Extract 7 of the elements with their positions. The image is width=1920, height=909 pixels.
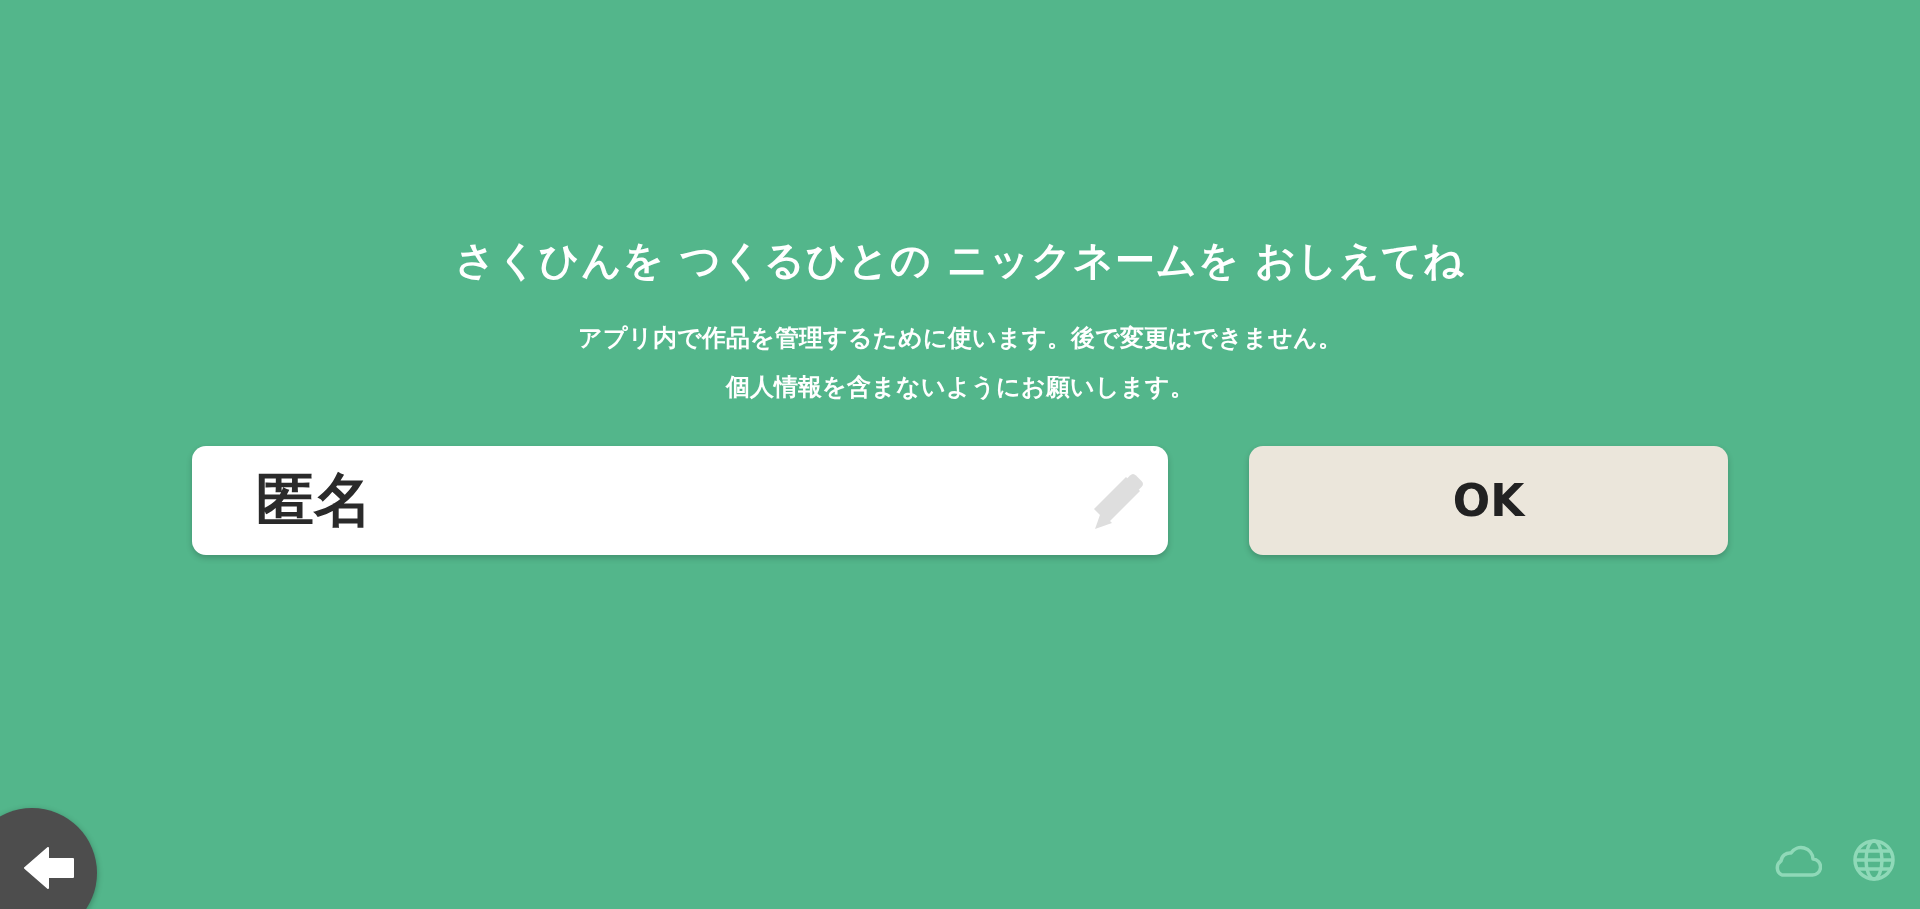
globe-icon[interactable] — [1852, 838, 1896, 882]
description-text: アプリ内で作品を管理するために使います。後で変更はできません。 — [578, 323, 1342, 354]
nickname-field[interactable]: 匿名 — [192, 446, 1168, 555]
ok-button[interactable]: OK — [1249, 446, 1728, 555]
back-arrow-icon — [23, 847, 75, 889]
heading: さくひんを つくるひとの ニックネームを おしえてね — [455, 236, 1465, 285]
description-text: 個人情報を含まないようにお願いします。 — [726, 372, 1194, 403]
